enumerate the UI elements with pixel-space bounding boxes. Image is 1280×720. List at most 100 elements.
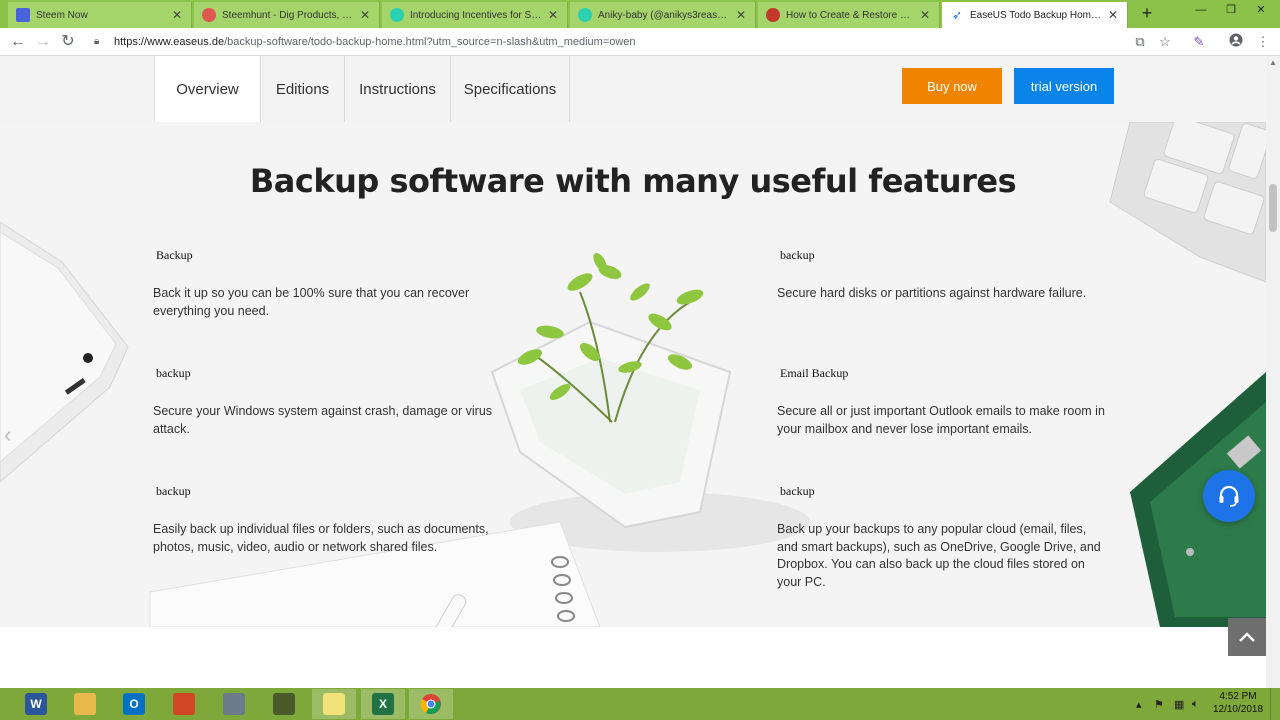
chevron-up-icon bbox=[1239, 632, 1255, 642]
taskbar-excel[interactable]: X bbox=[361, 689, 405, 719]
tab-overview[interactable]: Overview bbox=[154, 56, 261, 122]
taskbar-outlook[interactable]: O bbox=[112, 689, 156, 719]
taskbar-file-explorer[interactable] bbox=[63, 689, 107, 719]
close-icon[interactable]: ✕ bbox=[171, 8, 183, 22]
scroll-up-icon[interactable]: ▲ bbox=[1266, 56, 1280, 70]
steem-favicon-icon bbox=[16, 8, 30, 22]
outlook-icon: O bbox=[123, 693, 145, 715]
browser-tab[interactable]: Introducing Incentives for Steem ✕ bbox=[382, 2, 568, 28]
recorder-icon bbox=[173, 693, 195, 715]
taskbar-pen[interactable] bbox=[262, 689, 306, 719]
taskbar-calculator[interactable] bbox=[212, 689, 256, 719]
bookmark-star-icon[interactable]: ☆ bbox=[1156, 33, 1174, 51]
owl-favicon-icon bbox=[766, 8, 780, 22]
tab-label: Overview bbox=[176, 80, 239, 98]
menu-icon[interactable]: ⋮ bbox=[1254, 33, 1272, 51]
url-host: https://www.easeus.de bbox=[114, 36, 225, 48]
system-clock[interactable]: 4:52 PM 12/10/2018 bbox=[1210, 690, 1266, 716]
headset-icon bbox=[1219, 485, 1239, 507]
feature-heading: Email Backup bbox=[780, 366, 849, 380]
tab-label: Editions bbox=[275, 80, 330, 98]
maximize-icon[interactable]: ❐ bbox=[1216, 0, 1246, 22]
features-section: Backup software with many useful feature… bbox=[0, 122, 1266, 627]
folder-icon bbox=[74, 693, 96, 715]
feature-heading: backup bbox=[780, 484, 815, 498]
feature-description: Back it up so you can be 100% sure that … bbox=[153, 286, 470, 318]
tab-title: Aniky-baby (@anikys3reasure) - bbox=[598, 9, 731, 21]
browser-tab[interactable]: How to Create & Restore Full B ✕ bbox=[758, 2, 940, 28]
window-close-icon[interactable]: ✕ bbox=[1246, 0, 1276, 22]
steemit-favicon-icon bbox=[578, 8, 592, 22]
browser-tab[interactable]: Aniky-baby (@anikys3reasure) - ✕ bbox=[570, 2, 756, 28]
pen-icon bbox=[273, 693, 295, 715]
feature-description: Secure hard disks or partitions against … bbox=[777, 286, 1087, 300]
url-path: /backup-software/todo-backup-home.html?u… bbox=[224, 36, 636, 48]
network-icon[interactable]: ▦ bbox=[1174, 688, 1184, 720]
browser-tab-active[interactable]: ➶ EaseUS Todo Backup Home - A ✕ bbox=[942, 2, 1128, 28]
section-title: Backup software with many useful feature… bbox=[249, 162, 1017, 200]
page-scrollbar[interactable]: ▲ bbox=[1266, 56, 1280, 688]
tab-instructions[interactable]: Instructions bbox=[345, 56, 451, 122]
account-icon[interactable] bbox=[1227, 33, 1245, 51]
excel-icon: X bbox=[372, 693, 394, 715]
buy-now-button[interactable]: Buy now bbox=[902, 68, 1002, 104]
feature-heading: Backup bbox=[156, 248, 193, 262]
tab-label: Specifications bbox=[463, 80, 557, 98]
tab-specifications[interactable]: Specifications bbox=[451, 56, 570, 122]
close-icon[interactable]: ✕ bbox=[735, 8, 747, 22]
close-icon[interactable]: ✕ bbox=[359, 8, 371, 22]
feature-heading: backup bbox=[780, 248, 815, 262]
tab-label: Instructions bbox=[359, 80, 436, 98]
browser-tab[interactable]: Steem Now ✕ bbox=[8, 2, 192, 28]
tab-editions[interactable]: Editions bbox=[261, 56, 345, 122]
browser-tab[interactable]: Steemhunt - Dig Products, Earn ✕ bbox=[194, 2, 380, 28]
keyboard-illustration bbox=[1109, 122, 1266, 283]
feature-description: Secure all or just important Outlook ema… bbox=[777, 404, 1105, 436]
feature-description: Secure your Windows system against crash… bbox=[153, 404, 493, 436]
reload-icon[interactable]: ↻ bbox=[58, 32, 78, 52]
calculator-icon bbox=[223, 693, 245, 715]
back-icon[interactable]: ← bbox=[8, 32, 28, 52]
sticky-notes-icon bbox=[323, 693, 345, 715]
extension-pen-icon[interactable]: ✎ bbox=[1190, 33, 1208, 51]
support-chat-button[interactable] bbox=[1203, 470, 1255, 522]
feature-description: Easily back up individual files or folde… bbox=[153, 522, 489, 554]
show-hidden-icons[interactable]: ▴ bbox=[1136, 688, 1142, 720]
taskbar-word[interactable]: W bbox=[14, 689, 58, 719]
product-subnav: Overview Editions Instructions Specifica… bbox=[0, 56, 1266, 122]
steemit-favicon-icon bbox=[390, 8, 404, 22]
feature-heading: backup bbox=[156, 366, 191, 380]
show-desktop-button[interactable] bbox=[1270, 688, 1280, 720]
browser-toolbar: ← → ↻ 🔒︎ https://www.easeus.de/backup-so… bbox=[0, 28, 1280, 56]
tab-title: Steem Now bbox=[36, 9, 88, 21]
chrome-icon bbox=[420, 694, 441, 715]
translate-icon[interactable]: ⧉ bbox=[1131, 33, 1149, 51]
scrollbar-thumb[interactable] bbox=[1269, 184, 1277, 232]
tab-title: Introducing Incentives for Steem bbox=[410, 9, 543, 21]
close-icon[interactable]: ✕ bbox=[1107, 8, 1119, 22]
lock-icon: 🔒︎ bbox=[94, 36, 100, 47]
volume-icon[interactable]: 🔈︎ bbox=[1192, 688, 1199, 720]
taskbar-sticky-notes[interactable] bbox=[312, 689, 356, 719]
close-icon[interactable]: ✕ bbox=[547, 8, 559, 22]
taskbar-chrome[interactable] bbox=[409, 689, 453, 719]
forward-icon[interactable]: → bbox=[33, 32, 53, 52]
taskbar-recorder[interactable] bbox=[162, 689, 206, 719]
easeus-favicon-icon: ➶ bbox=[951, 8, 963, 22]
clock-time: 4:52 PM bbox=[1219, 691, 1257, 702]
minimize-icon[interactable]: — bbox=[1186, 0, 1216, 22]
word-icon: W bbox=[25, 693, 47, 715]
new-tab-button[interactable]: + bbox=[1138, 4, 1156, 24]
steemhunt-favicon-icon bbox=[202, 8, 216, 22]
close-icon[interactable]: ✕ bbox=[919, 8, 931, 22]
tab-title: EaseUS Todo Backup Home - A bbox=[970, 9, 1103, 21]
carousel-left-arrow-icon[interactable]: ‹ bbox=[4, 422, 22, 448]
trial-version-button[interactable]: trial version bbox=[1014, 68, 1114, 104]
address-bar[interactable]: 🔒︎ https://www.easeus.de/backup-software… bbox=[88, 32, 1182, 52]
clock-date: 12/10/2018 bbox=[1212, 704, 1264, 715]
action-center-icon[interactable]: ⚑ bbox=[1154, 688, 1164, 720]
browser-tab-strip: Steem Now ✕ Steemhunt - Dig Products, Ea… bbox=[0, 0, 1280, 28]
back-to-top-button[interactable] bbox=[1228, 618, 1266, 656]
plant-illustration bbox=[490, 252, 810, 552]
page-content: Overview Editions Instructions Specifica… bbox=[0, 56, 1280, 688]
